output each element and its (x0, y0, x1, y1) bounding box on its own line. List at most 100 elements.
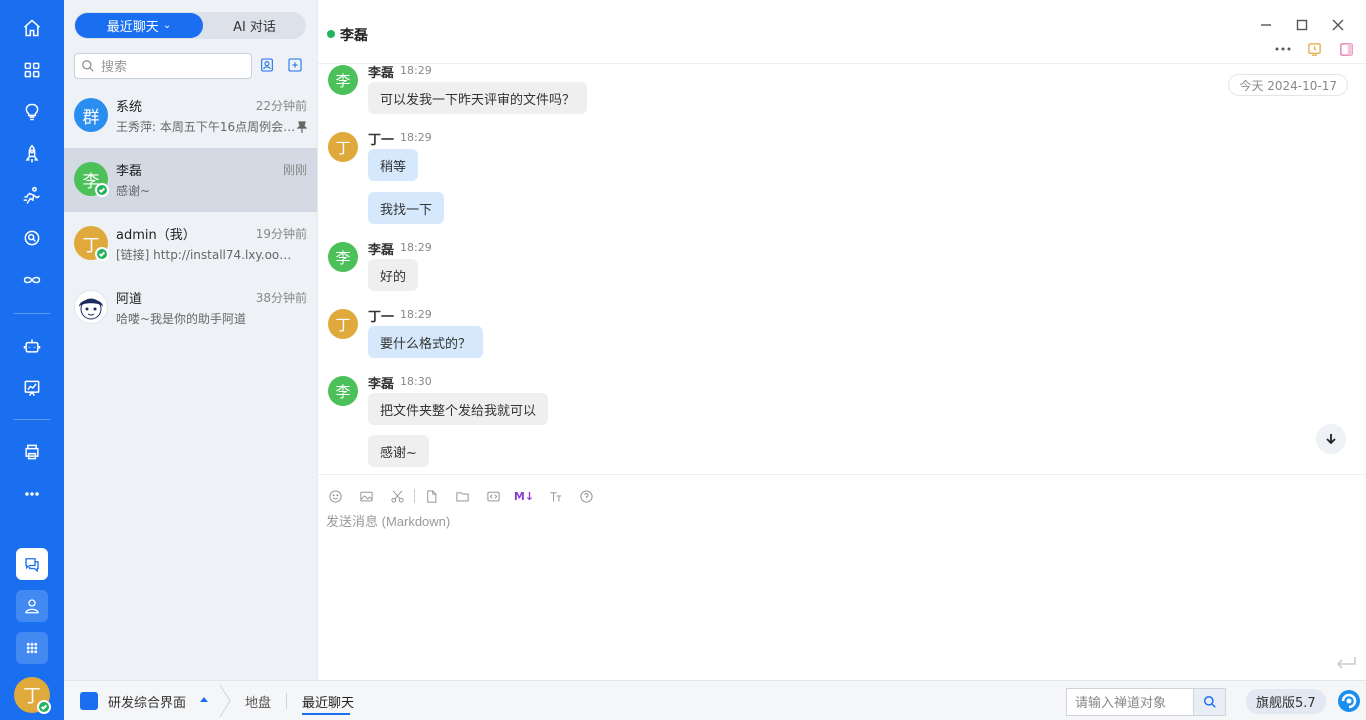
session-preview: 感谢~ (116, 184, 151, 198)
search-icon (82, 60, 94, 72)
sender-name: 李磊 (368, 66, 395, 81)
app-grid-icon[interactable] (16, 632, 48, 664)
maximize-icon[interactable] (1292, 15, 1312, 35)
message-bubble: 感谢~ (368, 435, 429, 467)
session-preview: 哈喽~我是你的助手阿道 (116, 312, 247, 326)
infinity-icon[interactable] (16, 264, 48, 296)
session-tabs: 最近聊天 ⌄ AI 对话 (74, 12, 306, 39)
breadcrumb-divider (286, 693, 287, 709)
chat-header: 李磊 (318, 0, 1366, 64)
session-preview: [链接] http://install74.lxy.oop.cc/in… (116, 248, 296, 262)
left-rail: 丁 (0, 0, 64, 720)
scroll-to-bottom-button[interactable] (1316, 424, 1346, 454)
avatar[interactable]: 丁 (328, 132, 358, 162)
message-bubble: 要什么格式的？ (368, 326, 484, 358)
sender-name: 李磊 (368, 377, 395, 392)
session-item[interactable]: 丁 admin（我） 19分钟前 [链接] http://install74.l… (64, 212, 317, 276)
breadcrumb-recent-chats[interactable]: 最近聊天 (302, 692, 354, 711)
code-icon[interactable] (484, 487, 502, 505)
breadcrumb-disk[interactable]: 地盘 (245, 692, 271, 711)
avatar[interactable]: 丁 (328, 309, 358, 339)
assistant-avatar-icon (74, 290, 108, 324)
contacts-icon[interactable] (16, 590, 48, 622)
online-status-icon (95, 183, 109, 197)
image-icon[interactable] (357, 487, 375, 505)
history-icon[interactable] (1305, 40, 1323, 58)
chart-board-icon[interactable] (16, 372, 48, 404)
message-input[interactable] (326, 511, 1346, 651)
message-bubble: 把文件夹整个发给我就可以 (368, 393, 549, 425)
message-time: 18:29 (400, 308, 432, 321)
markdown-icon[interactable]: M↓ (514, 487, 534, 505)
session-name: 系统 (116, 100, 143, 115)
search-button[interactable] (1193, 689, 1225, 715)
message-bubble: 好的 (368, 259, 419, 291)
brand-logo-icon[interactable] (1337, 689, 1361, 713)
more-options-icon[interactable] (1274, 40, 1292, 58)
avatar[interactable]: 李 (328, 242, 358, 272)
runner-icon[interactable] (16, 180, 48, 212)
lightbulb-icon[interactable] (16, 96, 48, 128)
message-bubble: 稍等 (368, 149, 419, 181)
home-icon[interactable] (16, 12, 48, 44)
apps-grid-icon[interactable] (16, 54, 48, 86)
sender-name: 丁一 (368, 133, 395, 148)
session-search (74, 53, 252, 79)
add-chat-icon[interactable] (286, 56, 304, 74)
date-chip: 今天 2024-10-17 (1228, 74, 1348, 96)
send-icon[interactable] (1335, 656, 1357, 670)
sidebar-toggle-icon[interactable] (1337, 40, 1355, 58)
chevron-down-icon: ⌄ (162, 20, 172, 31)
avatar[interactable]: 李 (328, 376, 358, 406)
search-circle-icon[interactable] (16, 222, 48, 254)
more-icon[interactable] (16, 478, 48, 510)
session-time: 22分钟前 (255, 99, 307, 113)
tab-recent-chats[interactable]: 最近聊天 ⌄ (75, 13, 203, 38)
message-time: 18:29 (400, 64, 432, 77)
session-name: admin（我） (116, 228, 196, 243)
tab-ai-chat[interactable]: AI 对话 (204, 13, 305, 38)
close-icon[interactable] (1328, 15, 1348, 35)
contact-book-icon[interactable] (258, 56, 276, 74)
scissors-icon[interactable] (388, 487, 406, 505)
session-name: 阿道 (116, 292, 143, 307)
sender-name: 李磊 (368, 243, 395, 258)
message-composer: M↓ (318, 474, 1366, 680)
message-time: 18:29 (400, 241, 432, 254)
minimize-icon[interactable] (1256, 15, 1276, 35)
session-item[interactable]: 群 系统 22分钟前 王秀萍: 本周五下午16点周例会… (64, 84, 317, 148)
active-tab-indicator (302, 713, 350, 715)
breadcrumb-chevron-icon (219, 685, 231, 717)
message-time: 18:29 (400, 131, 432, 144)
session-panel: 最近聊天⌄ AI 对话 群 系统 22分钟前 王秀萍: 本周五下午16点周例会…… (64, 0, 317, 680)
pin-icon (297, 121, 307, 133)
session-time: 19分钟前 (255, 227, 307, 241)
avatar[interactable]: 李 (328, 65, 358, 95)
search-input[interactable] (101, 58, 241, 74)
toolbar-divider (414, 489, 415, 503)
rocket-icon[interactable] (16, 138, 48, 170)
chat-icon[interactable] (16, 548, 48, 580)
caret-up-icon[interactable] (200, 697, 208, 702)
text-format-icon[interactable] (546, 487, 564, 505)
emoji-icon[interactable] (326, 487, 344, 505)
file-icon[interactable] (422, 487, 440, 505)
online-status-icon (95, 247, 109, 261)
message-bubble: 可以发我一下昨天评审的文件吗？ (368, 82, 588, 114)
project-icon (80, 692, 98, 710)
object-search-input[interactable] (1067, 689, 1193, 715)
robot-icon[interactable] (16, 330, 48, 362)
session-item[interactable]: 阿道 38分钟前 哈喽~我是你的助手阿道 (64, 276, 317, 340)
help-icon[interactable] (577, 487, 595, 505)
search-icon (1203, 696, 1216, 708)
session-preview: 王秀萍: 本周五下午16点周例会… (116, 120, 296, 134)
folder-icon[interactable] (453, 487, 471, 505)
rail-divider (14, 313, 50, 314)
session-time: 刚刚 (282, 163, 307, 177)
project-switcher[interactable]: 研发综合界面 (108, 692, 186, 711)
printer-icon[interactable] (16, 436, 48, 468)
edition-badge[interactable]: 旗舰版5.7 (1246, 689, 1326, 714)
chat-area: 李磊 今天 2024-10-17 李 李磊 18:29 可以发我一下昨天评审的文… (317, 0, 1366, 680)
session-name: 李磊 (116, 164, 143, 179)
session-item[interactable]: 李 李磊 刚刚 感谢~ (64, 148, 317, 212)
